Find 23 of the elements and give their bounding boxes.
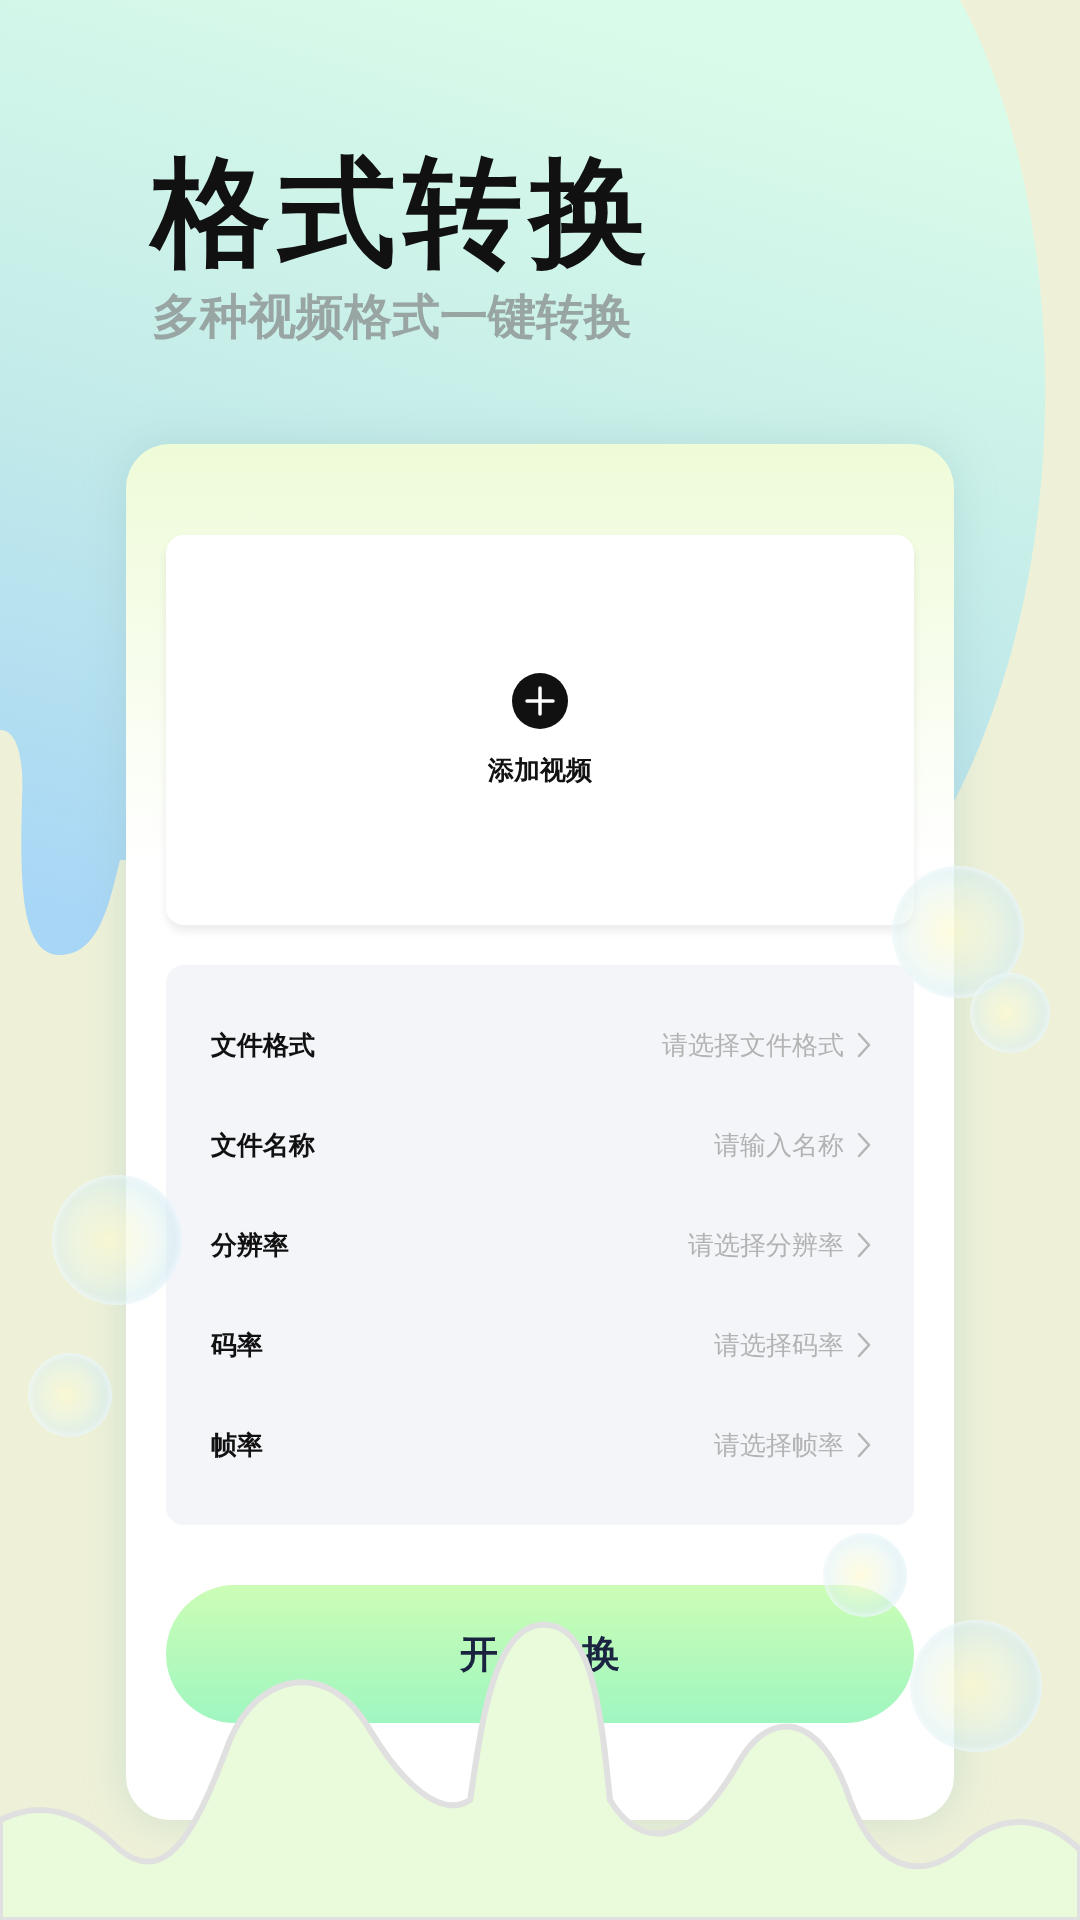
setting-placeholder: 请选择分辨率 — [688, 1228, 844, 1262]
setting-row[interactable]: 帧率 请选择帧率 — [211, 1395, 872, 1495]
setting-placeholder: 请选择文件格式 — [662, 1028, 844, 1062]
setting-label: 文件名称 — [211, 1128, 316, 1162]
setting-row[interactable]: 文件名称 请输入名称 — [211, 1095, 872, 1195]
chevron-icon — [856, 1231, 872, 1259]
setting-placeholder: 请选择帧率 — [714, 1428, 844, 1462]
setting-label: 分辨率 — [211, 1228, 290, 1262]
setting-label: 帧率 — [211, 1428, 264, 1462]
setting-placeholder: 请输入名称 — [714, 1128, 844, 1162]
setting-row[interactable]: 文件格式 请选择文件格式 — [211, 995, 872, 1095]
setting-placeholder: 请选择码率 — [714, 1328, 844, 1362]
setting-label: 文件格式 — [211, 1028, 316, 1062]
chevron-icon — [856, 1031, 872, 1059]
page-subtitle: 多种视频格式一键转换 — [152, 288, 633, 344]
add-video-button[interactable]: 添加视频 — [166, 535, 914, 925]
chevron-icon — [856, 1331, 872, 1359]
setting-label: 码率 — [211, 1328, 264, 1362]
chevron-icon — [856, 1431, 872, 1459]
setting-row[interactable]: 分辨率 请选择分辨率 — [211, 1195, 872, 1295]
chevron-icon — [856, 1131, 872, 1159]
plus-icon — [512, 672, 568, 729]
setting-row[interactable]: 码率 请选择码率 — [211, 1295, 872, 1395]
